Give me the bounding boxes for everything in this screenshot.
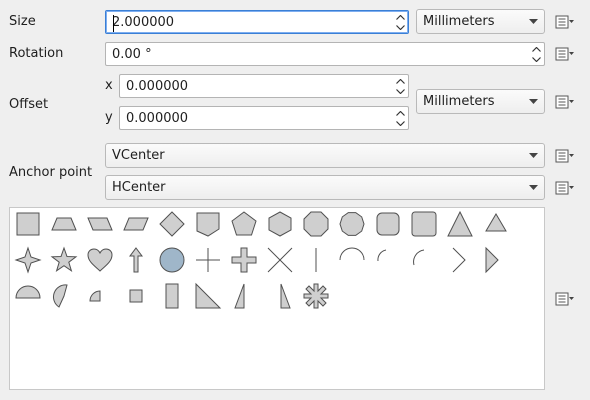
triangle-symbol-icon[interactable] [445, 209, 475, 239]
hexagon-symbol-icon[interactable] [265, 209, 295, 239]
offset-unit-value: Millimeters [423, 94, 495, 109]
data-defined-override-icon[interactable] [554, 12, 576, 32]
third-arc-symbol-icon[interactable] [373, 245, 403, 275]
size-label: Size [9, 14, 36, 29]
square-symbol-icon[interactable] [13, 209, 43, 239]
data-defined-override-icon[interactable] [554, 44, 576, 64]
circle-symbol-icon[interactable] [157, 245, 187, 275]
cross-symbol-icon[interactable] [193, 245, 223, 275]
rotation-increase-arrow[interactable] [530, 44, 543, 54]
size-unit-value: Millimeters [423, 14, 495, 29]
asterisk-fill-symbol-icon[interactable] [301, 281, 331, 311]
arrow-symbol-icon[interactable] [121, 245, 151, 275]
anchor-vertical-value: VCenter [112, 148, 165, 163]
right-half-triangle-symbol-icon[interactable] [229, 281, 259, 311]
offset-x-decrease-arrow[interactable] [394, 86, 407, 96]
arrowhead-symbol-icon[interactable] [445, 245, 475, 275]
size-decrease-arrow[interactable] [394, 22, 407, 32]
small-square-symbol-icon[interactable] [121, 281, 151, 311]
chevron-down-icon [529, 90, 538, 113]
offset-y-value: 0.000000 [126, 110, 189, 126]
text-caret [113, 15, 114, 32]
decagon-symbol-icon[interactable] [337, 209, 367, 239]
rounded-square-small-symbol-icon[interactable] [373, 209, 403, 239]
anchor-point-label: Anchor point [9, 165, 93, 180]
cross-2-symbol-icon[interactable] [265, 245, 295, 275]
symbol-shape-list[interactable] [9, 207, 545, 390]
rotation-value: 0.00 ° [112, 46, 152, 62]
rotation-label: Rotation [9, 46, 64, 61]
offset-label: Offset [9, 97, 49, 112]
data-defined-override-icon[interactable] [554, 178, 576, 198]
quarter-circle-symbol-icon[interactable] [85, 281, 115, 311]
pentagon-symbol-icon[interactable] [229, 209, 259, 239]
anchor-horizontal-combo[interactable]: HCenter [105, 175, 545, 200]
diamond-symbol-icon[interactable] [157, 209, 187, 239]
trapezoid-symbol-icon[interactable] [49, 209, 79, 239]
cross-fill-symbol-icon[interactable] [229, 245, 259, 275]
diagonal-half-square-symbol-icon[interactable] [193, 281, 223, 311]
parallelogram-left-symbol-icon[interactable] [121, 209, 151, 239]
offset-x-increase-arrow[interactable] [394, 76, 407, 86]
left-half-triangle-symbol-icon[interactable] [273, 281, 303, 311]
size-unit-combo[interactable]: Millimeters [416, 9, 545, 34]
size-value: 2.000000 [112, 14, 175, 30]
rotation-decrease-arrow[interactable] [530, 54, 543, 64]
chevron-down-icon [529, 144, 538, 167]
offset-x-label: x [105, 78, 113, 93]
data-defined-override-icon[interactable] [554, 289, 576, 309]
four-pointed-star-symbol-icon[interactable] [13, 245, 43, 275]
third-circle-symbol-icon[interactable] [49, 281, 79, 311]
star-symbol-icon[interactable] [49, 245, 79, 275]
equilateral-triangle-symbol-icon[interactable] [481, 209, 511, 239]
offset-y-decrease-arrow[interactable] [394, 118, 407, 128]
parallelogram-right-symbol-icon[interactable] [85, 209, 115, 239]
size-increase-arrow[interactable] [394, 12, 407, 22]
anchor-vertical-combo[interactable]: VCenter [105, 143, 545, 168]
octagon-symbol-icon[interactable] [301, 209, 331, 239]
chevron-down-icon [529, 10, 538, 33]
anchor-horizontal-value: HCenter [112, 180, 166, 195]
chevron-down-icon [529, 176, 538, 199]
half-square-symbol-icon[interactable] [157, 281, 187, 311]
quarter-arc-symbol-icon[interactable] [409, 245, 439, 275]
size-spinbox[interactable]: 2.000000 [105, 10, 409, 34]
offset-x-value: 0.000000 [126, 78, 189, 94]
offset-unit-combo[interactable]: Millimeters [416, 89, 545, 114]
filled-arrowhead-symbol-icon[interactable] [481, 245, 511, 275]
offset-y-spinbox[interactable]: 0.000000 [119, 106, 409, 130]
offset-y-label: y [105, 110, 113, 125]
half-circle-symbol-icon[interactable] [13, 281, 43, 311]
data-defined-override-icon[interactable] [554, 92, 576, 112]
data-defined-override-icon[interactable] [554, 146, 576, 166]
offset-y-increase-arrow[interactable] [394, 108, 407, 118]
offset-x-spinbox[interactable]: 0.000000 [119, 74, 409, 98]
semi-circle-arc-symbol-icon[interactable] [337, 245, 367, 275]
rounded-square-symbol-icon[interactable] [409, 209, 439, 239]
rotation-spinbox[interactable]: 0.00 ° [105, 42, 545, 66]
heart-symbol-icon[interactable] [85, 245, 115, 275]
line-symbol-icon[interactable] [301, 245, 331, 275]
shield-symbol-icon[interactable] [193, 209, 223, 239]
